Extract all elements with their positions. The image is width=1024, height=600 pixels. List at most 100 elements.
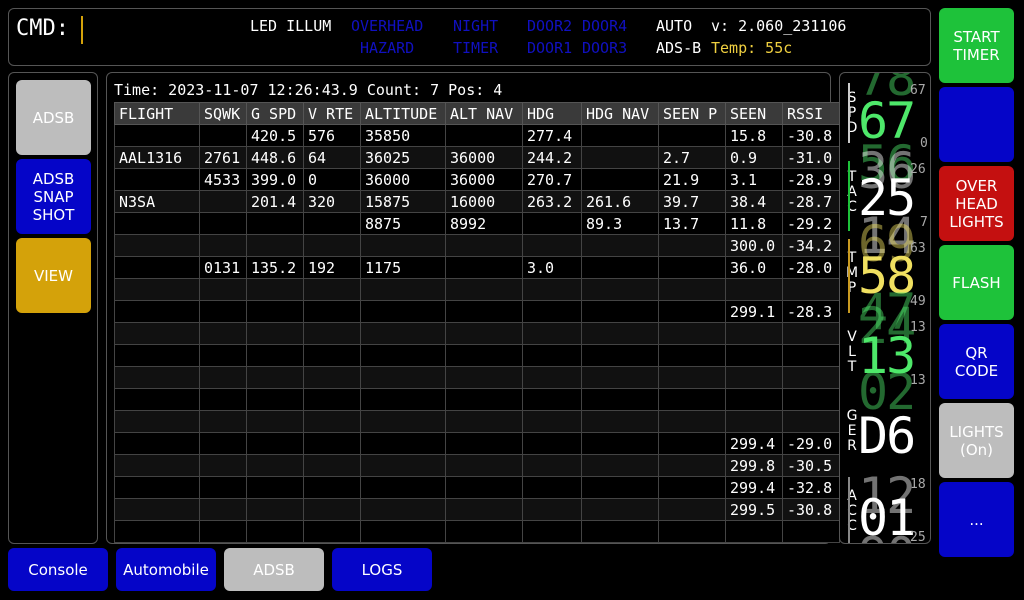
table-cell: [445, 256, 523, 279]
table-cell: [658, 124, 726, 147]
table-row[interactable]: 299.4 -29.0: [114, 432, 840, 455]
table-cell: [445, 432, 523, 455]
door1-indicator[interactable]: DOOR1: [527, 39, 572, 57]
table-row[interactable]: 0131 135.2 192 1175 3.0 36.0 -28.0: [114, 256, 840, 279]
vlt-gauge-letters: V L T: [847, 329, 857, 375]
ger-gauge-letters: G E R: [846, 408, 858, 454]
view-button[interactable]: VIEW: [16, 238, 91, 313]
column-header: SEEN P: [658, 102, 726, 125]
table-cell: [360, 322, 446, 345]
door2-indicator[interactable]: DOOR2: [527, 17, 572, 35]
table-cell: [246, 388, 304, 411]
qr-code-button[interactable]: QR CODE: [939, 324, 1014, 399]
table-cell: [114, 278, 200, 301]
table-row[interactable]: [114, 278, 840, 301]
cmd-label: CMD:: [16, 16, 69, 41]
table-cell: [445, 278, 523, 301]
table-cell: [782, 322, 840, 345]
adsb-button[interactable]: ADSB: [16, 80, 91, 155]
table-cell: [581, 168, 659, 191]
table-row[interactable]: N3SA 201.4 320 15875 16000 263.2 261.6 39.7 38.4…: [114, 190, 840, 213]
led-illum-label: LED ILLUM: [250, 17, 332, 35]
table-row[interactable]: 299.8 -30.5: [114, 454, 840, 477]
table-cell: 8992: [445, 212, 523, 235]
table-cell: [445, 300, 523, 323]
table-cell: [246, 520, 304, 543]
table-cell: 3.0: [522, 256, 582, 279]
tab-adsb[interactable]: ADSB: [224, 548, 324, 591]
status-line: Time: 2023-11-07 12:26:43.9 Count: 7 Pos…: [114, 81, 503, 99]
table-cell: [522, 410, 582, 433]
table-cell: [303, 344, 361, 367]
table-cell: [658, 366, 726, 389]
table-cell: [114, 388, 200, 411]
table-row[interactable]: 8875 8992 89.3 13.7 11.8 -29.2: [114, 212, 840, 235]
tab-logs[interactable]: LOGS: [332, 548, 432, 591]
table-cell: 39.7: [658, 190, 726, 213]
tab-console[interactable]: Console: [8, 548, 108, 591]
door4-indicator[interactable]: DOOR4: [582, 17, 627, 35]
night-indicator[interactable]: NIGHT: [453, 17, 498, 35]
hazard-indicator[interactable]: HAZARD: [360, 39, 414, 57]
table-cell: [658, 388, 726, 411]
more-button[interactable]: ...: [939, 482, 1014, 557]
command-input-cursor[interactable]: [81, 16, 83, 44]
start-timer-button[interactable]: START TIMER: [939, 8, 1014, 83]
table-cell: 2761: [199, 146, 247, 169]
table-cell: 36025: [360, 146, 446, 169]
door3-indicator[interactable]: DOOR3: [582, 39, 627, 57]
table-row[interactable]: 299.4 -32.8: [114, 476, 840, 499]
table-row[interactable]: 299.5 -30.8: [114, 498, 840, 521]
column-header: ALT NAV: [445, 102, 523, 125]
table-cell: [303, 476, 361, 499]
table-cell: 320: [303, 190, 361, 213]
table-row[interactable]: AAL1316 2761 448.6 64 36025 36000 244.2 2.7 0.9-…: [114, 146, 840, 169]
table-cell: [522, 322, 582, 345]
table-row[interactable]: [114, 322, 840, 345]
table-cell: [581, 322, 659, 345]
table-cell: 263.2: [522, 190, 582, 213]
table-cell: [445, 234, 523, 257]
table-row[interactable]: [114, 410, 840, 433]
table-row[interactable]: 299.1 -28.3: [114, 300, 840, 323]
table-cell: 192: [303, 256, 361, 279]
table-cell: 11.8: [725, 212, 783, 235]
table-row[interactable]: 420.5 576 35850 277.4 15.8 -30.8: [114, 124, 840, 147]
table-cell: [360, 476, 446, 499]
table-row[interactable]: [114, 388, 840, 411]
table-row[interactable]: [114, 520, 840, 543]
blank-button[interactable]: [939, 87, 1014, 162]
table-row[interactable]: 4533 399.0 0 36000 36000 270.7 21.9 3.1 -28.9: [114, 168, 840, 191]
table-row[interactable]: [114, 344, 840, 367]
version-text: v: 2.060_231106: [711, 17, 847, 35]
timer-indicator[interactable]: TIMER: [453, 39, 498, 57]
table-row[interactable]: 300.0 -34.2: [114, 234, 840, 257]
flash-button[interactable]: FLASH: [939, 245, 1014, 320]
table-cell: 135.2: [246, 256, 304, 279]
table-cell: [581, 366, 659, 389]
table-cell: [246, 498, 304, 521]
table-cell: [303, 388, 361, 411]
table-cell: [199, 278, 247, 301]
table-cell: [581, 344, 659, 367]
table-cell: [303, 366, 361, 389]
lights-on-button[interactable]: LIGHTS (On): [939, 403, 1014, 478]
table-cell: [114, 256, 200, 279]
table-cell: [199, 410, 247, 433]
table-cell: 270.7: [522, 168, 582, 191]
table-cell: 36000: [360, 168, 446, 191]
table-row[interactable]: [114, 366, 840, 389]
adsb-snapshot-button[interactable]: ADSB SNAP SHOT: [16, 159, 91, 234]
table-cell: [114, 432, 200, 455]
table-cell: [303, 520, 361, 543]
tab-automobile[interactable]: Automobile: [116, 548, 216, 591]
table-cell: 244.2: [522, 146, 582, 169]
table-cell: [581, 234, 659, 257]
overhead-indicator[interactable]: OVERHEAD: [351, 17, 423, 35]
table-cell: [658, 234, 726, 257]
table-cell: -28.0: [782, 256, 840, 279]
overhead-lights-button[interactable]: OVER HEAD LIGHTS: [939, 166, 1014, 241]
table-cell: 15875: [360, 190, 446, 213]
ger-gauge-value: D6: [858, 407, 916, 465]
table-cell: [360, 410, 446, 433]
